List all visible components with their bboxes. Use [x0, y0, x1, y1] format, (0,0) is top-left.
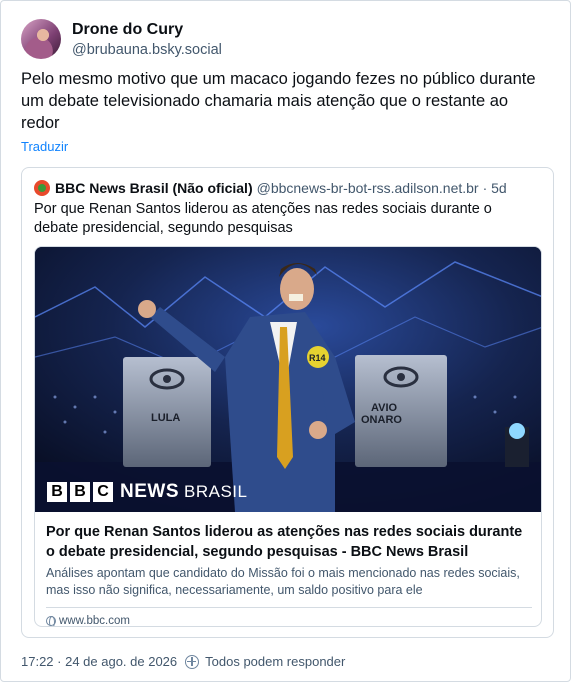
translate-link[interactable]: Traduzir — [21, 139, 68, 154]
quoted-post-header: BBC News Brasil (Não oficial) @bbcnews-b… — [34, 179, 507, 197]
podium-right-label-2: ONARO — [361, 414, 402, 426]
author-display-name[interactable]: Drone do Cury — [72, 20, 222, 40]
link-preview-domain-row: www.bbc.com — [46, 615, 532, 627]
podium-left-label: LULA — [151, 412, 180, 424]
post-text: Pelo mesmo motivo que um macaco jogando … — [21, 70, 536, 132]
podium-right-label-1: AVIO — [371, 402, 398, 414]
post-footer: 17:22 · 24 de ago. de 2026 Todos podem r… — [21, 654, 345, 669]
badge-label: R14 — [309, 353, 326, 363]
author-info: Drone do Cury @brubauna.bsky.social — [72, 20, 222, 60]
quoted-post[interactable]: BBC News Brasil (Não oficial) @bbcnews-b… — [21, 167, 554, 638]
quoted-post-text: Por que Renan Santos liderou as atenções… — [34, 201, 492, 236]
quoted-author-avatar[interactable] — [34, 180, 50, 196]
bbc-letter-3: C — [93, 482, 113, 502]
quoted-author-name[interactable]: BBC News Brasil (Não oficial) — [55, 179, 253, 197]
globe-icon — [46, 616, 56, 626]
author-handle[interactable]: @brubauna.bsky.social — [72, 40, 222, 60]
bbc-letter-2: B — [70, 482, 90, 502]
link-preview-description: Análises apontam que candidato do Missão… — [46, 566, 520, 597]
bbc-news-wordmark: NEWS — [120, 481, 179, 502]
quoted-author-handle[interactable]: @bbcnews-br-bot-rss.adilson.net.br — [257, 179, 479, 197]
reply-setting-label[interactable]: Todos podem responder — [205, 654, 345, 669]
right-podium — [355, 355, 447, 467]
link-preview-divider — [46, 607, 532, 608]
link-preview-body: Por que Renan Santos liderou as atenções… — [35, 512, 541, 627]
quoted-post-age: · 5d — [482, 180, 507, 196]
bbc-letter-1: B — [47, 482, 67, 502]
bbc-news-brasil-logo: B B C NEWS BRASIL — [47, 481, 247, 503]
debate-stage-photo: LULA AVIO ONARO R14 — [35, 247, 541, 512]
link-preview-domain: www.bbc.com — [59, 615, 130, 627]
link-preview-card[interactable]: LULA AVIO ONARO R14 B B C NEWS BRASIL Po… — [34, 246, 542, 627]
link-preview-image: LULA AVIO ONARO R14 B B C NEWS BRASIL — [35, 247, 541, 512]
post-timestamp: 17:22 · 24 de ago. de 2026 — [21, 654, 178, 669]
author-avatar[interactable] — [21, 19, 61, 59]
post-container: Drone do Cury @brubauna.bsky.social Pelo… — [0, 0, 571, 682]
link-preview-title[interactable]: Por que Renan Santos liderou as atenções… — [46, 522, 532, 562]
bbc-brasil-wordmark: BRASIL — [184, 482, 248, 501]
post-header: Drone do Cury @brubauna.bsky.social — [21, 19, 222, 60]
reply-settings-icon — [185, 654, 200, 669]
